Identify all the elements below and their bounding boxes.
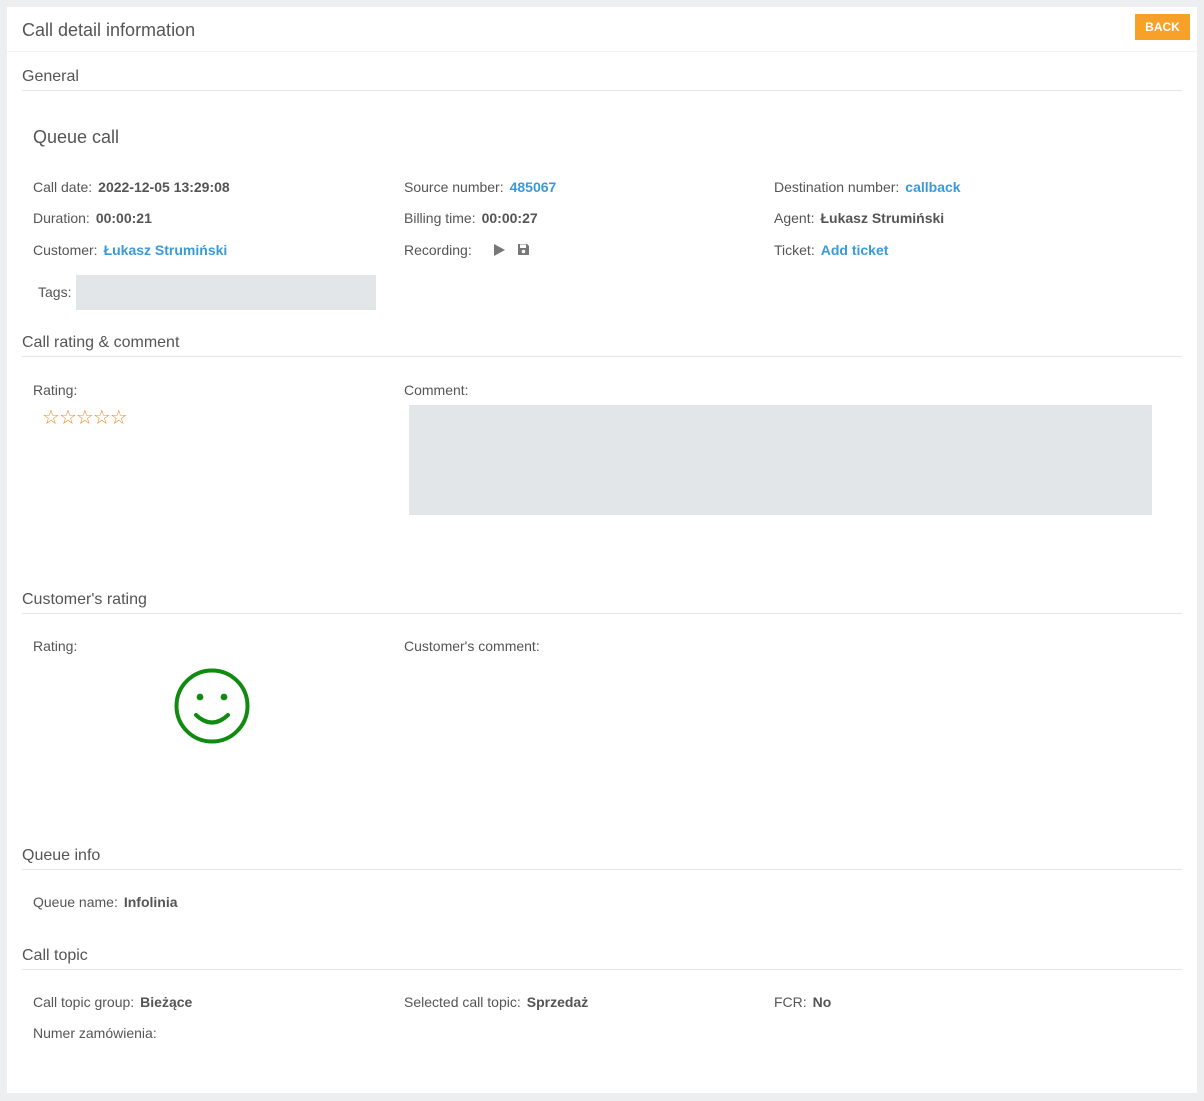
call-date-field: Call date: 2022-12-05 13:29:08 xyxy=(33,179,230,195)
customer-link[interactable]: Łukasz Strumiński xyxy=(104,242,228,258)
customer-field: Customer: Łukasz Strumiński xyxy=(33,242,227,258)
ticket-label: Ticket: xyxy=(774,242,815,258)
recording-label: Recording: xyxy=(404,242,472,258)
fcr-value: No xyxy=(812,994,832,1010)
selected-call-topic-label: Selected call topic: xyxy=(404,994,521,1010)
back-button[interactable]: BACK xyxy=(1135,14,1190,40)
selected-call-topic-value: Sprzedaż xyxy=(526,994,589,1010)
customer-rating-field: Rating: xyxy=(33,638,83,654)
customer-comment-label: Customer's comment: xyxy=(404,638,540,654)
page-title: Call detail information xyxy=(22,20,196,40)
comment-field: Comment: xyxy=(404,382,475,398)
star-icon[interactable]: ☆ xyxy=(93,405,111,429)
call-topic-group-value: Bieżące xyxy=(140,994,193,1010)
queue-name-field: Queue name: Infolinia xyxy=(33,894,178,910)
smiley-icon xyxy=(174,668,250,749)
destination-number-link[interactable]: callback xyxy=(905,179,960,195)
queue-name-value: Infolinia xyxy=(123,894,178,910)
source-number-link[interactable]: 485067 xyxy=(510,179,557,195)
source-number-label: Source number: xyxy=(404,179,504,195)
section-divider xyxy=(22,90,1182,91)
star-icon[interactable]: ☆ xyxy=(42,405,60,429)
customer-comment-field: Customer's comment: xyxy=(404,638,546,654)
billing-time-value: 00:00:27 xyxy=(481,210,538,226)
queue-name-label: Queue name: xyxy=(33,894,118,910)
agent-value: Łukasz Strumiński xyxy=(820,210,945,226)
section-divider xyxy=(22,969,1182,970)
section-title-general: General xyxy=(22,68,79,85)
section-title-queue-info: Queue info xyxy=(22,847,101,864)
rating-field: Rating: xyxy=(33,382,83,398)
fcr-field: FCR: No xyxy=(774,994,831,1010)
star-icon[interactable]: ☆ xyxy=(59,405,77,429)
call-detail-panel: Call detail information BACK General Que… xyxy=(7,7,1197,1093)
section-title-call-topic: Call topic xyxy=(22,947,88,964)
star-icon[interactable]: ☆ xyxy=(76,405,94,429)
tags-field: Tags: xyxy=(38,284,77,300)
call-type-heading: Queue call xyxy=(33,127,120,147)
duration-label: Duration: xyxy=(33,210,90,226)
section-divider xyxy=(22,869,1182,870)
order-number-label: Numer zamówienia: xyxy=(33,1025,157,1041)
add-ticket-link[interactable]: Add ticket xyxy=(821,242,889,258)
call-date-value: 2022-12-05 13:29:08 xyxy=(98,179,230,195)
star-icon[interactable]: ☆ xyxy=(110,405,128,429)
duration-value: 00:00:21 xyxy=(95,210,152,226)
call-topic-group-label: Call topic group: xyxy=(33,994,135,1010)
comment-label: Comment: xyxy=(404,382,469,398)
selected-call-topic-field: Selected call topic: Sprzedaż xyxy=(404,994,588,1010)
section-title-call-rating: Call rating & comment xyxy=(22,334,180,351)
fcr-label: FCR: xyxy=(774,994,807,1010)
section-divider xyxy=(22,356,1182,357)
customer-label: Customer: xyxy=(33,242,98,258)
save-icon[interactable] xyxy=(517,243,530,259)
section-divider xyxy=(22,613,1182,614)
order-number-field: Numer zamówienia: xyxy=(33,1025,163,1041)
agent-field: Agent: Łukasz Strumiński xyxy=(774,210,944,226)
rating-label: Rating: xyxy=(33,382,78,398)
tags-input[interactable] xyxy=(76,275,376,310)
destination-number-label: Destination number: xyxy=(774,179,900,195)
agent-label: Agent: xyxy=(774,210,815,226)
tags-label: Tags: xyxy=(38,284,72,300)
play-icon[interactable] xyxy=(492,243,506,260)
customer-rating-label: Rating: xyxy=(33,638,78,654)
call-topic-group-field: Call topic group: Bieżące xyxy=(33,994,192,1010)
destination-number-field: Destination number: callback xyxy=(774,179,961,195)
source-number-field: Source number: 485067 xyxy=(404,179,556,195)
ticket-field: Ticket: Add ticket xyxy=(774,242,888,258)
recording-field: Recording: xyxy=(404,242,530,260)
duration-field: Duration: 00:00:21 xyxy=(33,210,152,226)
billing-time-label: Billing time: xyxy=(404,210,476,226)
comment-input[interactable] xyxy=(409,405,1152,515)
call-date-label: Call date: xyxy=(33,179,93,195)
section-title-customer-rating: Customer's rating xyxy=(22,591,147,608)
header-divider xyxy=(7,51,1197,52)
billing-time-field: Billing time: 00:00:27 xyxy=(404,210,538,226)
star-rating[interactable]: ☆☆☆☆☆ xyxy=(42,405,128,429)
